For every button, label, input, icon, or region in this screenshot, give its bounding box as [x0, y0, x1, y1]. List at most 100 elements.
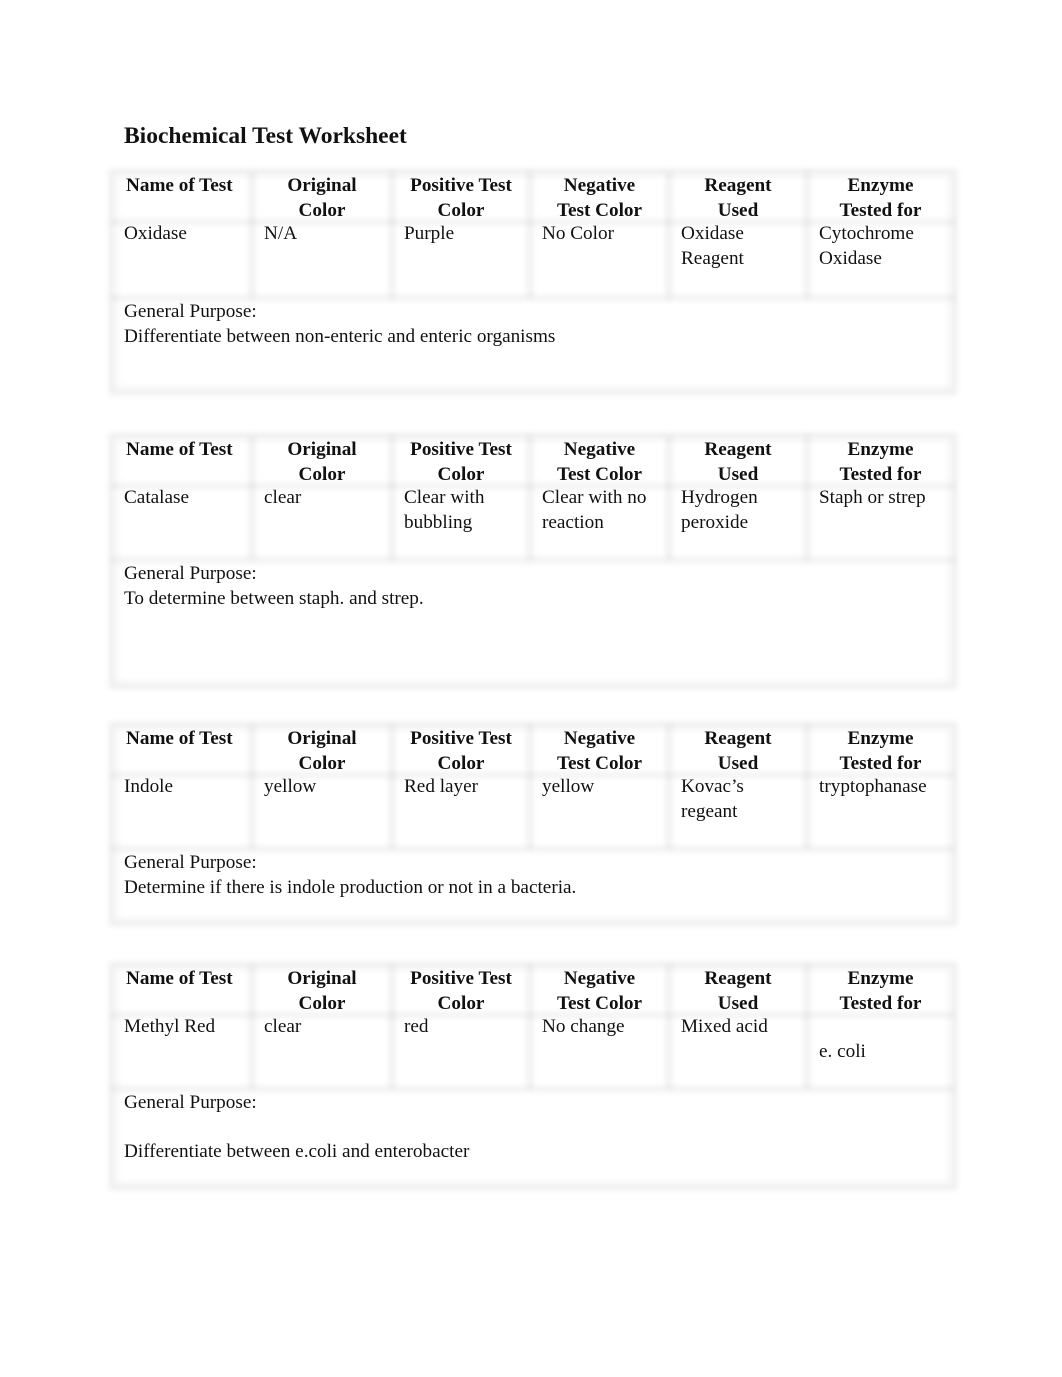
cell-negative-color: yellow: [530, 775, 669, 849]
header-text: Reagent: [704, 439, 772, 460]
header-text: Test Color: [556, 463, 643, 485]
header-enzyme-tested-for: Enzyme Tested for: [807, 172, 954, 222]
test-table-methyl-red: Name of Test Original Color Positive Test…: [112, 965, 954, 1187]
cell-text: Reagent: [681, 247, 744, 269]
cell-test-name: Oxidase: [124, 223, 187, 244]
header-text: Tested for: [839, 992, 922, 1014]
general-purpose-section: General Purpose: Determine if there is i…: [112, 849, 954, 900]
header-negative-test-color: Negative Test Color: [530, 725, 669, 775]
general-purpose-section: General Purpose: Differentiate between n…: [112, 298, 954, 349]
table-row: Oxidase N/A Purple No Color Oxidase Reage…: [112, 222, 954, 298]
header-text: Used: [717, 199, 759, 221]
cell-negative-color: Clear with no reaction: [530, 486, 669, 560]
header-negative-test-color: Negative Test Color: [530, 965, 669, 1015]
general-purpose-text: Differentiate between e.coli and enterob…: [124, 1141, 470, 1162]
header-text: Color: [437, 752, 485, 774]
header-text: Original: [287, 175, 357, 196]
general-purpose-text: Differentiate between non-enteric and en…: [124, 325, 556, 347]
general-purpose-label: General Purpose:: [124, 563, 257, 584]
header-reagent-used: Reagent Used: [669, 965, 807, 1015]
header-name-of-test: Name of Test: [112, 725, 252, 775]
header-text: Name of Test: [126, 439, 233, 460]
cell-test-name: Indole: [124, 776, 174, 797]
cell-reagent: Hydrogen peroxide: [669, 486, 807, 560]
cell-text: Cytochrome: [819, 223, 914, 244]
cell-enzyme: Staph or strep: [807, 486, 954, 560]
header-text: Enzyme: [847, 439, 914, 460]
cell-text: regeant: [681, 800, 738, 822]
cell-original-color: clear: [252, 1015, 392, 1089]
general-purpose-label: General Purpose:: [124, 1092, 257, 1113]
cell-text: Kovac’s: [681, 776, 744, 797]
header-text: Enzyme: [847, 728, 914, 749]
worksheet-title: Biochemical Test Worksheet: [124, 123, 407, 149]
cell-enzyme: Cytochrome Oxidase: [807, 222, 954, 298]
header-text: Color: [298, 992, 346, 1014]
cell-positive-color: Clear with bubbling: [392, 486, 530, 560]
header-text: Used: [717, 752, 759, 774]
header-text: Color: [298, 752, 346, 774]
table-header-row: Name of Test Original Color Positive Test…: [112, 965, 954, 1015]
cell-original-color: yellow: [252, 775, 392, 849]
cell-text: e. coli: [819, 1040, 866, 1062]
cell-text: Oxidase: [681, 223, 744, 244]
cell-positive-color: red: [392, 1015, 530, 1089]
general-purpose-text: Determine if there is indole production …: [124, 876, 577, 898]
header-enzyme-tested-for: Enzyme Tested for: [807, 725, 954, 775]
header-text: Color: [298, 199, 346, 221]
header-text: Tested for: [839, 463, 922, 485]
header-text: Name of Test: [126, 968, 233, 989]
header-text: Test Color: [556, 199, 643, 221]
header-positive-test-color: Positive Test Color: [392, 965, 530, 1015]
cell-text: Clear with no: [542, 487, 647, 508]
header-text: Color: [437, 992, 485, 1014]
table-header-row: Name of Test Original Color Positive Test…: [112, 436, 954, 486]
header-text: Original: [287, 968, 357, 989]
table-row: Catalase clear Clear with bubbling Clear …: [112, 486, 954, 560]
header-text: Original: [287, 439, 357, 460]
cell-text: reaction: [542, 511, 604, 533]
header-text: Negative: [563, 728, 636, 749]
cell-original-color: N/A: [252, 222, 392, 298]
header-reagent-used: Reagent Used: [669, 172, 807, 222]
header-original-color: Original Color: [252, 725, 392, 775]
general-purpose-label: General Purpose:: [124, 852, 257, 873]
header-text: Color: [437, 199, 485, 221]
header-original-color: Original Color: [252, 172, 392, 222]
header-name-of-test: Name of Test: [112, 965, 252, 1015]
header-text: Test Color: [556, 752, 643, 774]
cell-reagent: Mixed acid: [669, 1015, 807, 1089]
header-text: Enzyme: [847, 175, 914, 196]
cell-negative-color: No Color: [530, 222, 669, 298]
header-text: Negative: [563, 968, 636, 989]
test-table-oxidase: Name of Test Original Color Positive Test…: [112, 172, 954, 392]
header-enzyme-tested-for: Enzyme Tested for: [807, 965, 954, 1015]
cell-enzyme: tryptophanase: [807, 775, 954, 849]
cell-enzyme: e. coli: [807, 1015, 954, 1089]
header-text: Reagent: [704, 175, 772, 196]
cell-reagent: Oxidase Reagent: [669, 222, 807, 298]
table-header-row: Name of Test Original Color Positive Test…: [112, 172, 954, 222]
header-text: Reagent: [704, 968, 772, 989]
header-text: Tested for: [839, 752, 922, 774]
cell-text: bubbling: [404, 511, 473, 533]
header-text: Name of Test: [126, 728, 233, 749]
header-text: Negative: [563, 439, 636, 460]
header-text: Positive Test: [410, 175, 512, 196]
header-name-of-test: Name of Test: [112, 172, 252, 222]
cell-text: Clear with: [404, 487, 485, 508]
header-enzyme-tested-for: Enzyme Tested for: [807, 436, 954, 486]
cell-reagent: Kovac’s regeant: [669, 775, 807, 849]
header-negative-test-color: Negative Test Color: [530, 436, 669, 486]
header-text: Positive Test: [410, 728, 512, 749]
cell-test-name: Methyl Red: [124, 1016, 216, 1037]
cell-original-color: clear: [252, 486, 392, 560]
cell-negative-color: No change: [530, 1015, 669, 1089]
table-header-row: Name of Test Original Color Positive Test…: [112, 725, 954, 775]
test-table-indole: Name of Test Original Color Positive Test…: [112, 725, 954, 923]
cell-positive-color: Purple: [392, 222, 530, 298]
header-reagent-used: Reagent Used: [669, 725, 807, 775]
header-text: Name of Test: [126, 175, 233, 196]
cell-text: Oxidase: [819, 247, 882, 269]
